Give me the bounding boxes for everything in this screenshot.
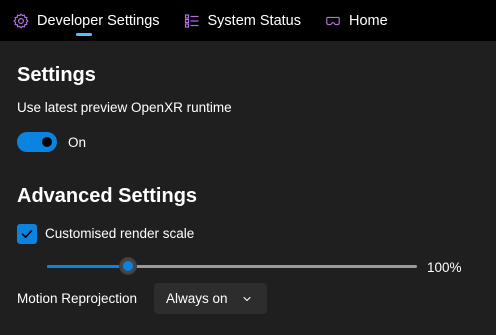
vr-headset-icon: [325, 13, 341, 29]
render-scale-checkbox[interactable]: [17, 224, 37, 244]
tab-label: System Status: [207, 12, 301, 29]
tab-system-status[interactable]: System Status: [184, 0, 301, 41]
gear-icon: [13, 12, 29, 29]
advanced-settings-heading: Advanced Settings: [17, 185, 198, 207]
render-scale-slider[interactable]: [47, 257, 417, 275]
render-scale-checkbox-label: Customised render scale: [45, 226, 195, 241]
tab-home[interactable]: Home: [325, 0, 388, 41]
list-icon: [184, 13, 200, 29]
dropdown-selected-value: Always on: [166, 291, 228, 306]
tab-label: Developer Settings: [37, 12, 160, 29]
preview-runtime-label: Use latest preview OpenXR runtime: [17, 100, 232, 115]
slider-track-fill: [47, 265, 128, 268]
motion-reprojection-dropdown[interactable]: Always on: [154, 283, 267, 314]
preview-runtime-toggle[interactable]: [17, 132, 57, 152]
motion-reprojection-label: Motion Reprojection: [17, 291, 138, 306]
checkmark-icon: [21, 230, 33, 238]
tab-label: Home: [349, 12, 388, 29]
toggle-knob: [42, 137, 52, 147]
top-navigation: Developer Settings System Status Home: [0, 0, 496, 41]
active-tab-indicator: [76, 33, 92, 36]
settings-heading: Settings: [17, 64, 96, 86]
slider-thumb[interactable]: [119, 257, 137, 275]
tab-developer-settings[interactable]: Developer Settings: [13, 0, 160, 41]
slider-thumb-center: [123, 261, 133, 271]
chevron-down-icon: [243, 296, 251, 302]
render-scale-value: 100%: [427, 260, 462, 275]
toggle-state-label: On: [68, 135, 87, 150]
